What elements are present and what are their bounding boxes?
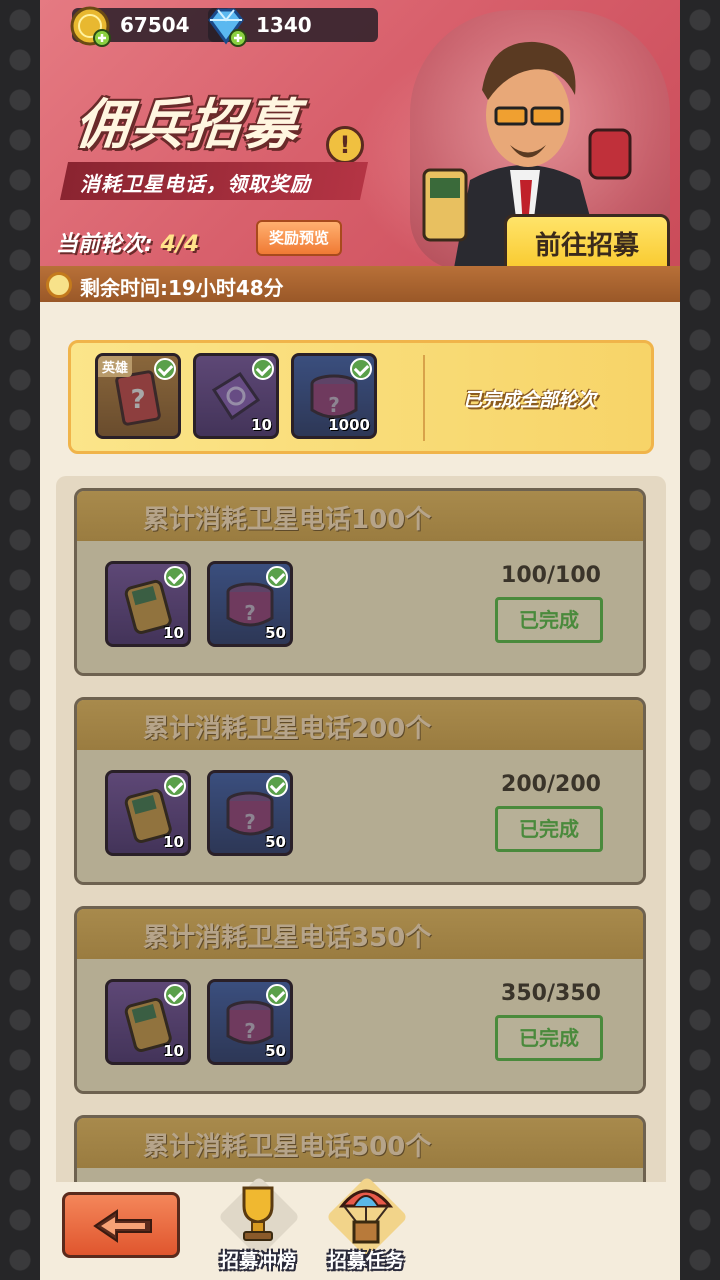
info-exclamation-icon[interactable]: ! — [326, 126, 364, 164]
task-title: 累计消耗卫星电话500个 — [143, 1132, 432, 1162]
task-card: 累计消耗卫星电话350个 10 ? 50 350/350 已完成 — [74, 906, 646, 1094]
title-wrap: 佣兵招募 — [72, 80, 303, 159]
item-quantity: 1000 — [328, 416, 370, 434]
round-value: 4/4 — [160, 232, 200, 257]
back-button[interactable] — [62, 1192, 180, 1258]
reward-item[interactable]: 10 — [105, 770, 191, 856]
parachute-crate-icon — [338, 1189, 394, 1244]
completed-badge: 已完成 — [495, 806, 603, 852]
check-icon — [164, 775, 186, 797]
diamond-gem-icon — [208, 8, 247, 47]
reward-item[interactable]: ? 英雄 — [95, 353, 181, 439]
check-icon — [350, 358, 372, 380]
gold-amount: 67504 — [120, 13, 190, 37]
all-rounds-complete-label: 已完成全部轮次 — [463, 389, 597, 411]
tab-recruit-tasks[interactable]: 招募任务 — [316, 1175, 416, 1278]
clock-icon — [46, 272, 72, 298]
reward-item[interactable]: ? 50 — [207, 561, 293, 647]
trophy-icon — [242, 1186, 274, 1241]
page-title: 佣兵招募 — [72, 93, 303, 156]
completed-badge: 已完成 — [495, 597, 603, 643]
task-progress: 100/100 — [501, 563, 601, 588]
divider — [423, 355, 425, 441]
item-quantity: 50 — [265, 1042, 286, 1060]
check-icon — [164, 566, 186, 588]
round-info: 当前轮次: 4/4 — [56, 226, 199, 258]
reward-item[interactable]: ? 50 — [207, 770, 293, 856]
check-icon — [266, 984, 288, 1006]
reward-item[interactable]: ? 1000 — [291, 353, 377, 439]
remaining-time: 剩余时间:19小时48分 — [80, 276, 284, 300]
check-icon — [266, 566, 288, 588]
completed-badge: 已完成 — [495, 1015, 603, 1061]
check-icon — [266, 775, 288, 797]
reward-preview-button[interactable]: 奖励预览 — [256, 220, 342, 256]
item-quantity: 10 — [163, 1042, 184, 1060]
task-progress: 350/350 — [501, 981, 601, 1006]
item-quantity: 50 — [265, 833, 286, 851]
gold-coin-icon — [70, 6, 111, 47]
gem-amount: 1340 — [256, 13, 312, 37]
round-rewards-summary: ? 英雄 10 ? 1000 已完成全部轮次 — [68, 340, 654, 454]
check-icon — [164, 984, 186, 1006]
task-title: 累计消耗卫星电话200个 — [143, 714, 432, 744]
banner-subtitle: 消耗卫星电话，领取奖励 — [80, 172, 311, 196]
gem-counter[interactable]: 1340 — [208, 8, 378, 47]
tab-label: 招募冲榜 — [219, 1250, 296, 1272]
reward-item[interactable]: 10 — [105, 979, 191, 1065]
tab-label: 招募任务 — [327, 1250, 404, 1272]
item-tag: 英雄 — [98, 356, 133, 377]
side-pattern-left — [0, 0, 40, 1280]
item-quantity: 10 — [251, 416, 272, 434]
task-card: 累计消耗卫星电话200个 10 ? 50 200/200 已完成 — [74, 697, 646, 885]
bottom-nav: 招募冲榜 招募任务 — [40, 1175, 680, 1280]
reward-item[interactable]: 10 — [193, 353, 279, 439]
task-card: 累计消耗卫星电话100个 10 ? 50 100/100 已完成 — [74, 488, 646, 676]
reward-item[interactable]: 10 — [105, 561, 191, 647]
check-icon — [252, 358, 274, 380]
round-label: 当前轮次: — [56, 232, 153, 257]
item-quantity: 50 — [265, 624, 286, 642]
item-quantity: 10 — [163, 624, 184, 642]
task-title: 累计消耗卫星电话350个 — [143, 923, 432, 953]
app-container: 67504 1340 佣兵招募 ! 消耗卫星电话，领取奖励 当前轮次: 4/4 … — [40, 0, 680, 1280]
back-arrow-icon — [93, 1209, 152, 1243]
tab-recruit-ranking[interactable]: 招募冲榜 — [208, 1175, 308, 1278]
recruit-banner: 67504 1340 佣兵招募 ! 消耗卫星电话，领取奖励 当前轮次: 4/4 … — [40, 0, 680, 300]
task-progress: 200/200 — [501, 772, 601, 797]
side-pattern-right — [680, 0, 720, 1280]
task-title: 累计消耗卫星电话100个 — [143, 505, 432, 535]
reward-item[interactable]: ? 50 — [207, 979, 293, 1065]
item-quantity: 10 — [163, 833, 184, 851]
check-icon — [154, 358, 176, 380]
